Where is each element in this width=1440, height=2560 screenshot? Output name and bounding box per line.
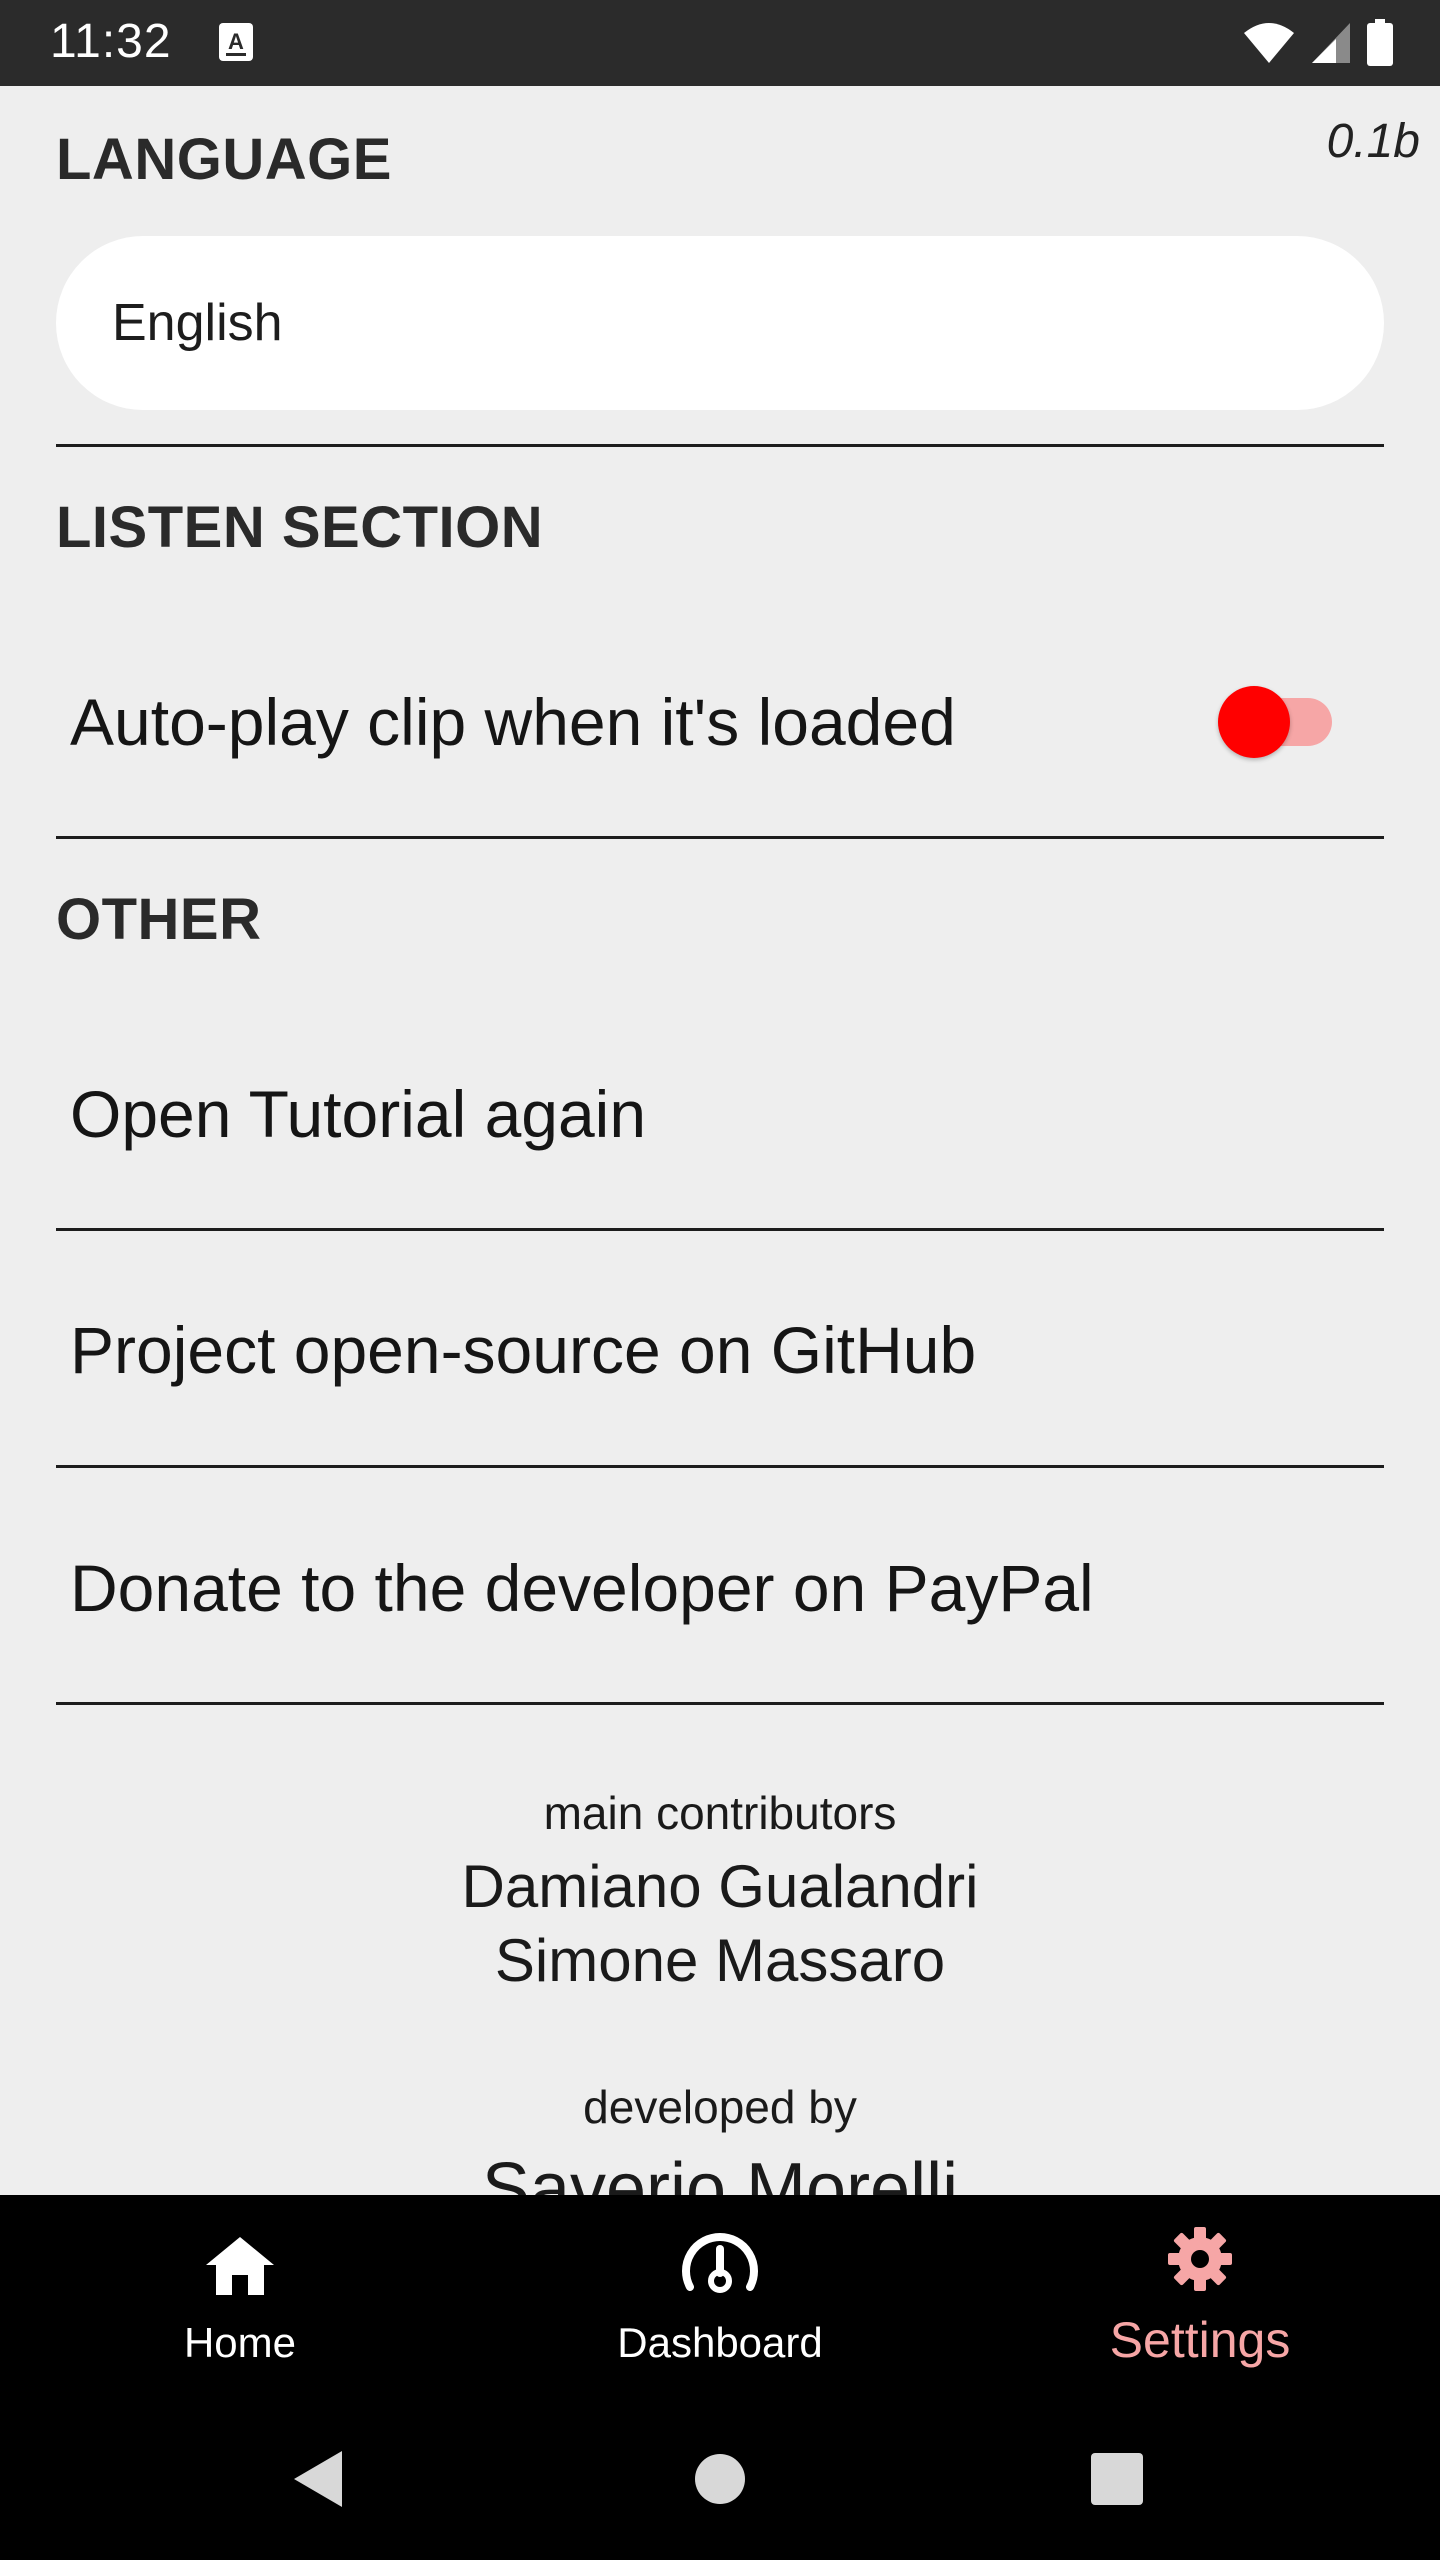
toggle-thumb[interactable]	[1218, 686, 1290, 758]
contributor-name: Damiano Gualandri	[461, 1853, 979, 1920]
gear-icon	[1168, 2227, 1232, 2291]
status-icons	[1242, 18, 1394, 68]
paypal-donate-item[interactable]: Donate to the developer on PayPal	[70, 1550, 1094, 1626]
wifi-icon	[1244, 23, 1294, 63]
battery-icon	[1367, 19, 1393, 66]
language-section-title: LANGUAGE	[56, 127, 392, 192]
system-navigation-bar	[0, 2405, 1440, 2560]
cell-signal-icon	[1312, 23, 1350, 63]
nav-item-dashboard[interactable]: Dashboard	[480, 2195, 960, 2405]
settings-content[interactable]: 0.1b LANGUAGE English LISTEN SECTION Aut…	[0, 86, 1440, 2195]
divider	[56, 1228, 1384, 1231]
keyboard-a-icon: A	[219, 23, 253, 61]
developer-title: developed by	[583, 2081, 857, 2133]
home-circle-icon[interactable]	[694, 2453, 746, 2505]
divider	[56, 1465, 1384, 1468]
settings-screen: 11:32 A 0.1b LANGUAGE English LISTEN SEC…	[0, 0, 1440, 2560]
listen-section-title: LISTEN SECTION	[56, 495, 544, 560]
divider	[56, 1702, 1384, 1705]
language-selected-value: English	[112, 294, 283, 352]
autoplay-label[interactable]: Auto-play clip when it's loaded	[70, 684, 956, 760]
nav-item-home[interactable]: Home	[0, 2195, 480, 2405]
status-bar: 11:32 A	[0, 0, 1440, 86]
contributors-title: main contributors	[543, 1787, 897, 1839]
developer-name: Saverio Morelli	[481, 2149, 959, 2195]
contributor-name: Simone Massaro	[494, 1927, 946, 1994]
open-tutorial-item[interactable]: Open Tutorial again	[70, 1076, 646, 1152]
nav-label-home: Home	[183, 2319, 297, 2366]
bottom-navigation: Home Dashboard Settings	[0, 2195, 1440, 2405]
nav-label-settings: Settings	[1109, 2312, 1291, 2368]
dashboard-icon	[682, 2233, 758, 2293]
home-icon	[206, 2237, 274, 2295]
recents-icon[interactable]	[1090, 2452, 1144, 2506]
divider	[56, 444, 1384, 447]
back-icon[interactable]	[290, 2449, 346, 2509]
nav-item-settings[interactable]: Settings	[960, 2195, 1440, 2405]
other-section-title: OTHER	[56, 887, 262, 952]
svg-text:A: A	[228, 29, 244, 54]
github-item[interactable]: Project open-source on GitHub	[70, 1312, 976, 1388]
status-time: 11:32	[50, 15, 172, 68]
nav-label-dashboard: Dashboard	[617, 2319, 823, 2366]
language-select[interactable]: English	[56, 236, 1384, 410]
version-label: 0.1b	[1326, 115, 1420, 168]
divider	[56, 836, 1384, 839]
